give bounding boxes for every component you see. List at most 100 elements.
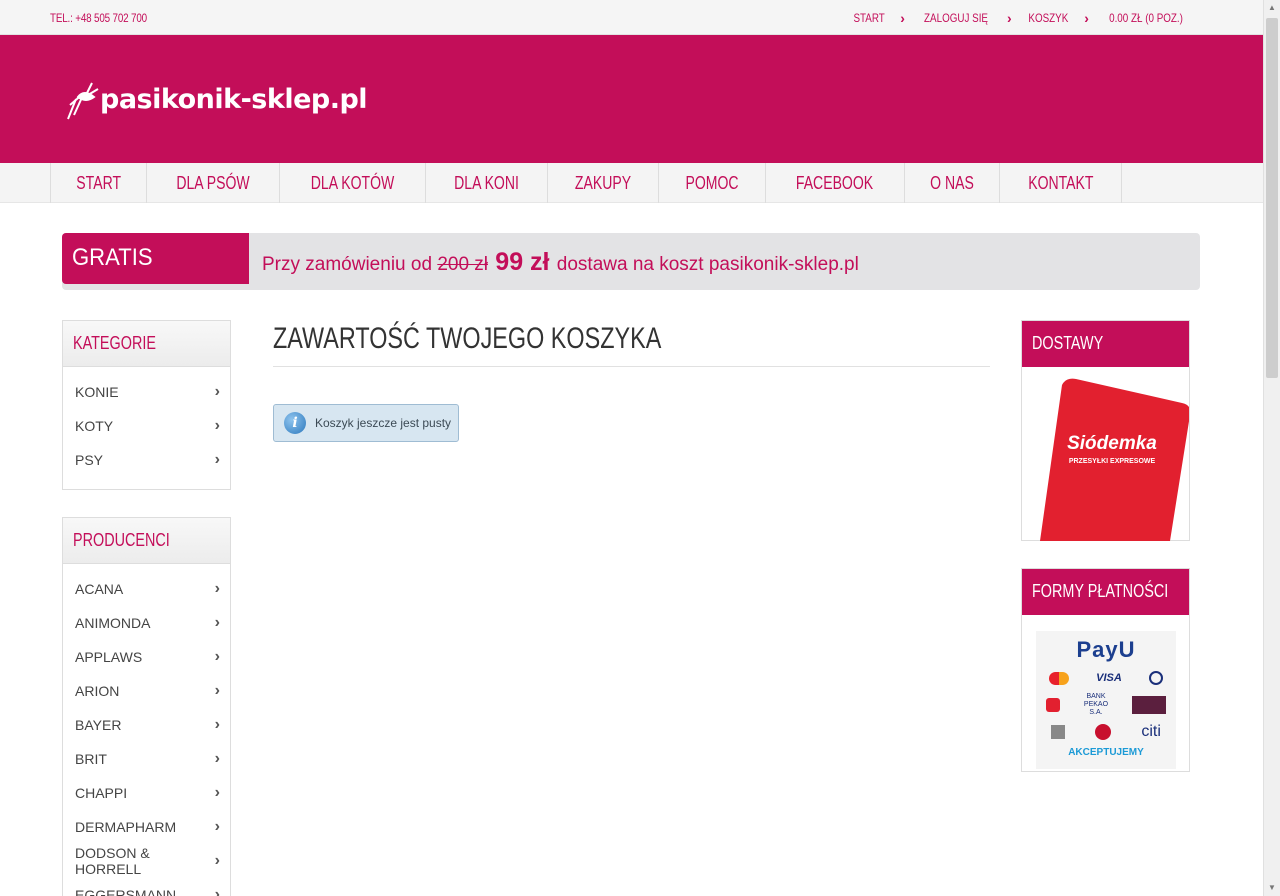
nav-item-help[interactable]: POMOC [659,163,767,203]
payments-title: FORMY PŁATNOŚCI [1022,569,1189,615]
divider [273,366,990,367]
kredyt-bank-icon [1051,725,1066,739]
chevron-right-icon: › [214,886,220,896]
top-link-login[interactable]: ZALOGUJ SIĘ [924,11,988,25]
list-item-label: PSY [75,452,104,468]
scrollbar-thumb[interactable] [1266,18,1278,378]
citi-icon: citi [1141,723,1161,740]
producer-item-dodson-horrell[interactable]: DODSON & HORRELL › [63,844,230,878]
chevron-right-icon: › [214,614,220,631]
millennium-icon [1095,724,1112,740]
list-item-label: DODSON & HORRELL [75,845,150,877]
list-item-label: APPLAWS [75,649,143,665]
site-logo[interactable]: pasikonik-sklep.pl [66,75,368,123]
main-nav: START DLA PSÓW DLA KOTÓW DLA KONI ZAKUPY… [0,163,1263,203]
producer-item-brit[interactable]: BRIT › [63,742,230,776]
visa-icon: VISA [1096,672,1122,684]
bank-icon [1148,671,1163,685]
notice-text: Koszyk jeszcze jest pusty [315,416,452,430]
category-item-koty[interactable]: KOTY › [63,409,230,443]
category-item-psy[interactable]: PSY › [63,443,230,477]
producer-item-acana[interactable]: ACANA › [63,572,230,606]
chevron-right-icon: › [214,818,220,835]
top-links: START › ZALOGUJ SIĘ › KOSZYK › 0.00 ZŁ (… [850,11,1191,25]
top-link-cart[interactable]: KOSZYK [1028,11,1068,25]
producer-item-chappi[interactable]: CHAPPI › [63,776,230,810]
scroll-down-icon[interactable]: ▼ [1264,880,1280,896]
chevron-right-icon: › [214,682,220,699]
delivery-box: DOSTAWY Siódemka PRZESYŁKI EXPRESOWE [1021,320,1191,541]
nav-item-start[interactable]: START [51,163,148,203]
scrollbar[interactable]: ▲ ▼ [1263,0,1280,896]
empty-cart-notice: i Koszyk jeszcze jest pusty [273,404,459,442]
list-item-label: DERMAPHARM [75,819,177,835]
chevron-right-icon: › [214,451,220,468]
promo-new-price: 99 zł [495,248,550,276]
chevron-right-icon: › [214,383,220,400]
list-item-label: BRIT [75,751,107,767]
producer-item-dermapharm[interactable]: DERMAPHARM › [63,810,230,844]
chevron-right-icon: › [214,580,220,597]
list-item-label: ANIMONDA [75,615,151,631]
site-header: pasikonik-sklep.pl [0,35,1263,163]
producer-item-arion[interactable]: ARION › [63,674,230,708]
mastercard-icon [1049,671,1070,685]
chevron-right-icon: › [214,648,220,665]
list-item-label: ARION [75,683,120,699]
list-item-label: BAYER [75,717,122,733]
nav-item-contact[interactable]: KONTAKT [1000,163,1123,203]
payu-logo: PayU [1076,637,1136,662]
chevron-right-icon: › [214,852,220,869]
producer-item-animonda[interactable]: ANIMONDA › [63,606,230,640]
chevron-right-icon: › [214,716,220,733]
promo-tag: GRATIS [62,233,249,284]
nav-item-about[interactable]: O NAS [905,163,1000,203]
accept-label: AKCEPTUJEMY [1068,747,1144,758]
payu-logo-panel[interactable]: PayU VISA BANK PEKAO S.A. citi AKCEPTUJE… [1036,631,1176,769]
svg-text:Siódemka: Siódemka [1067,433,1157,454]
scroll-up-icon[interactable]: ▲ [1264,0,1280,16]
list-item-label: KONIE [75,384,119,400]
producers-box: PRODUCENCI ACANA › ANIMONDA › APPLAWS › ARION ›… [62,517,231,896]
grasshopper-icon [67,82,99,120]
nav-item-shopping[interactable]: ZAKUPY [548,163,660,203]
payments-box: FORMY PŁATNOŚCI PayU VISA BANK PEKAO S.A… [1021,568,1190,772]
svg-text:PRZESYŁKI EXPRESOWE: PRZESYŁKI EXPRESOWE [1069,458,1156,465]
chevron-right-icon: › [1084,10,1089,26]
nav-item-cats[interactable]: DLA KOTÓW [280,163,427,203]
list-item-label: CHAPPI [75,785,128,801]
alior-icon [1131,696,1166,714]
chevron-right-icon: › [1006,10,1012,26]
logo-text: pasikonik-sklep.pl [100,83,368,115]
producer-item-applaws[interactable]: APPLAWS › [63,640,230,674]
nav-item-facebook[interactable]: FACEBOOK [766,163,905,203]
categories-box: KATEGORIE KONIE › KOTY › PSY › [62,320,231,490]
chevron-right-icon: › [214,750,220,767]
producer-item-bayer[interactable]: BAYER › [63,708,230,742]
pekao-icon: BANK PEKAO S.A. [1083,693,1109,716]
siodemka-logo[interactable]: Siódemka PRZESYŁKI EXPRESOWE [1022,367,1191,541]
info-icon: i [284,412,306,434]
promo-old-price: 200 zł [437,254,489,275]
top-bar: TEL.: +48 505 702 700 START › ZALOGUJ SI… [0,0,1263,35]
category-item-konie[interactable]: KONIE › [63,375,230,409]
phone-number: TEL.: +48 505 702 700 [50,11,147,25]
producers-title: PRODUCENCI [63,518,230,564]
promo-banner: GRATIS Przy zamówieniu od 200 zł 99 zł d… [62,233,1200,290]
delivery-title: DOSTAWY [1022,321,1189,367]
categories-title: KATEGORIE [63,321,230,367]
nav-item-dogs[interactable]: DLA PSÓW [147,163,281,203]
list-item-label: ACANA [75,581,124,597]
eurobank-icon [1046,698,1061,712]
chevron-right-icon: › [214,784,220,801]
top-link-start[interactable]: START [853,11,884,25]
nav-item-horses[interactable]: DLA KONI [426,163,549,203]
producer-item-eggersmann[interactable]: EGGERSMANN › [63,878,230,896]
page-title: ZAWARTOŚĆ TWOJEGO KOSZYKA [273,322,662,355]
list-item-label: KOTY [75,418,114,434]
promo-message: Przy zamówieniu od 200 zł 99 zł dostawa … [262,248,859,276]
list-item-label: EGGERSMANN [75,887,177,896]
top-link-cart-total[interactable]: 0.00 ZŁ (0 POZ.) [1109,11,1183,25]
chevron-right-icon: › [900,10,905,26]
chevron-right-icon: › [214,417,220,434]
